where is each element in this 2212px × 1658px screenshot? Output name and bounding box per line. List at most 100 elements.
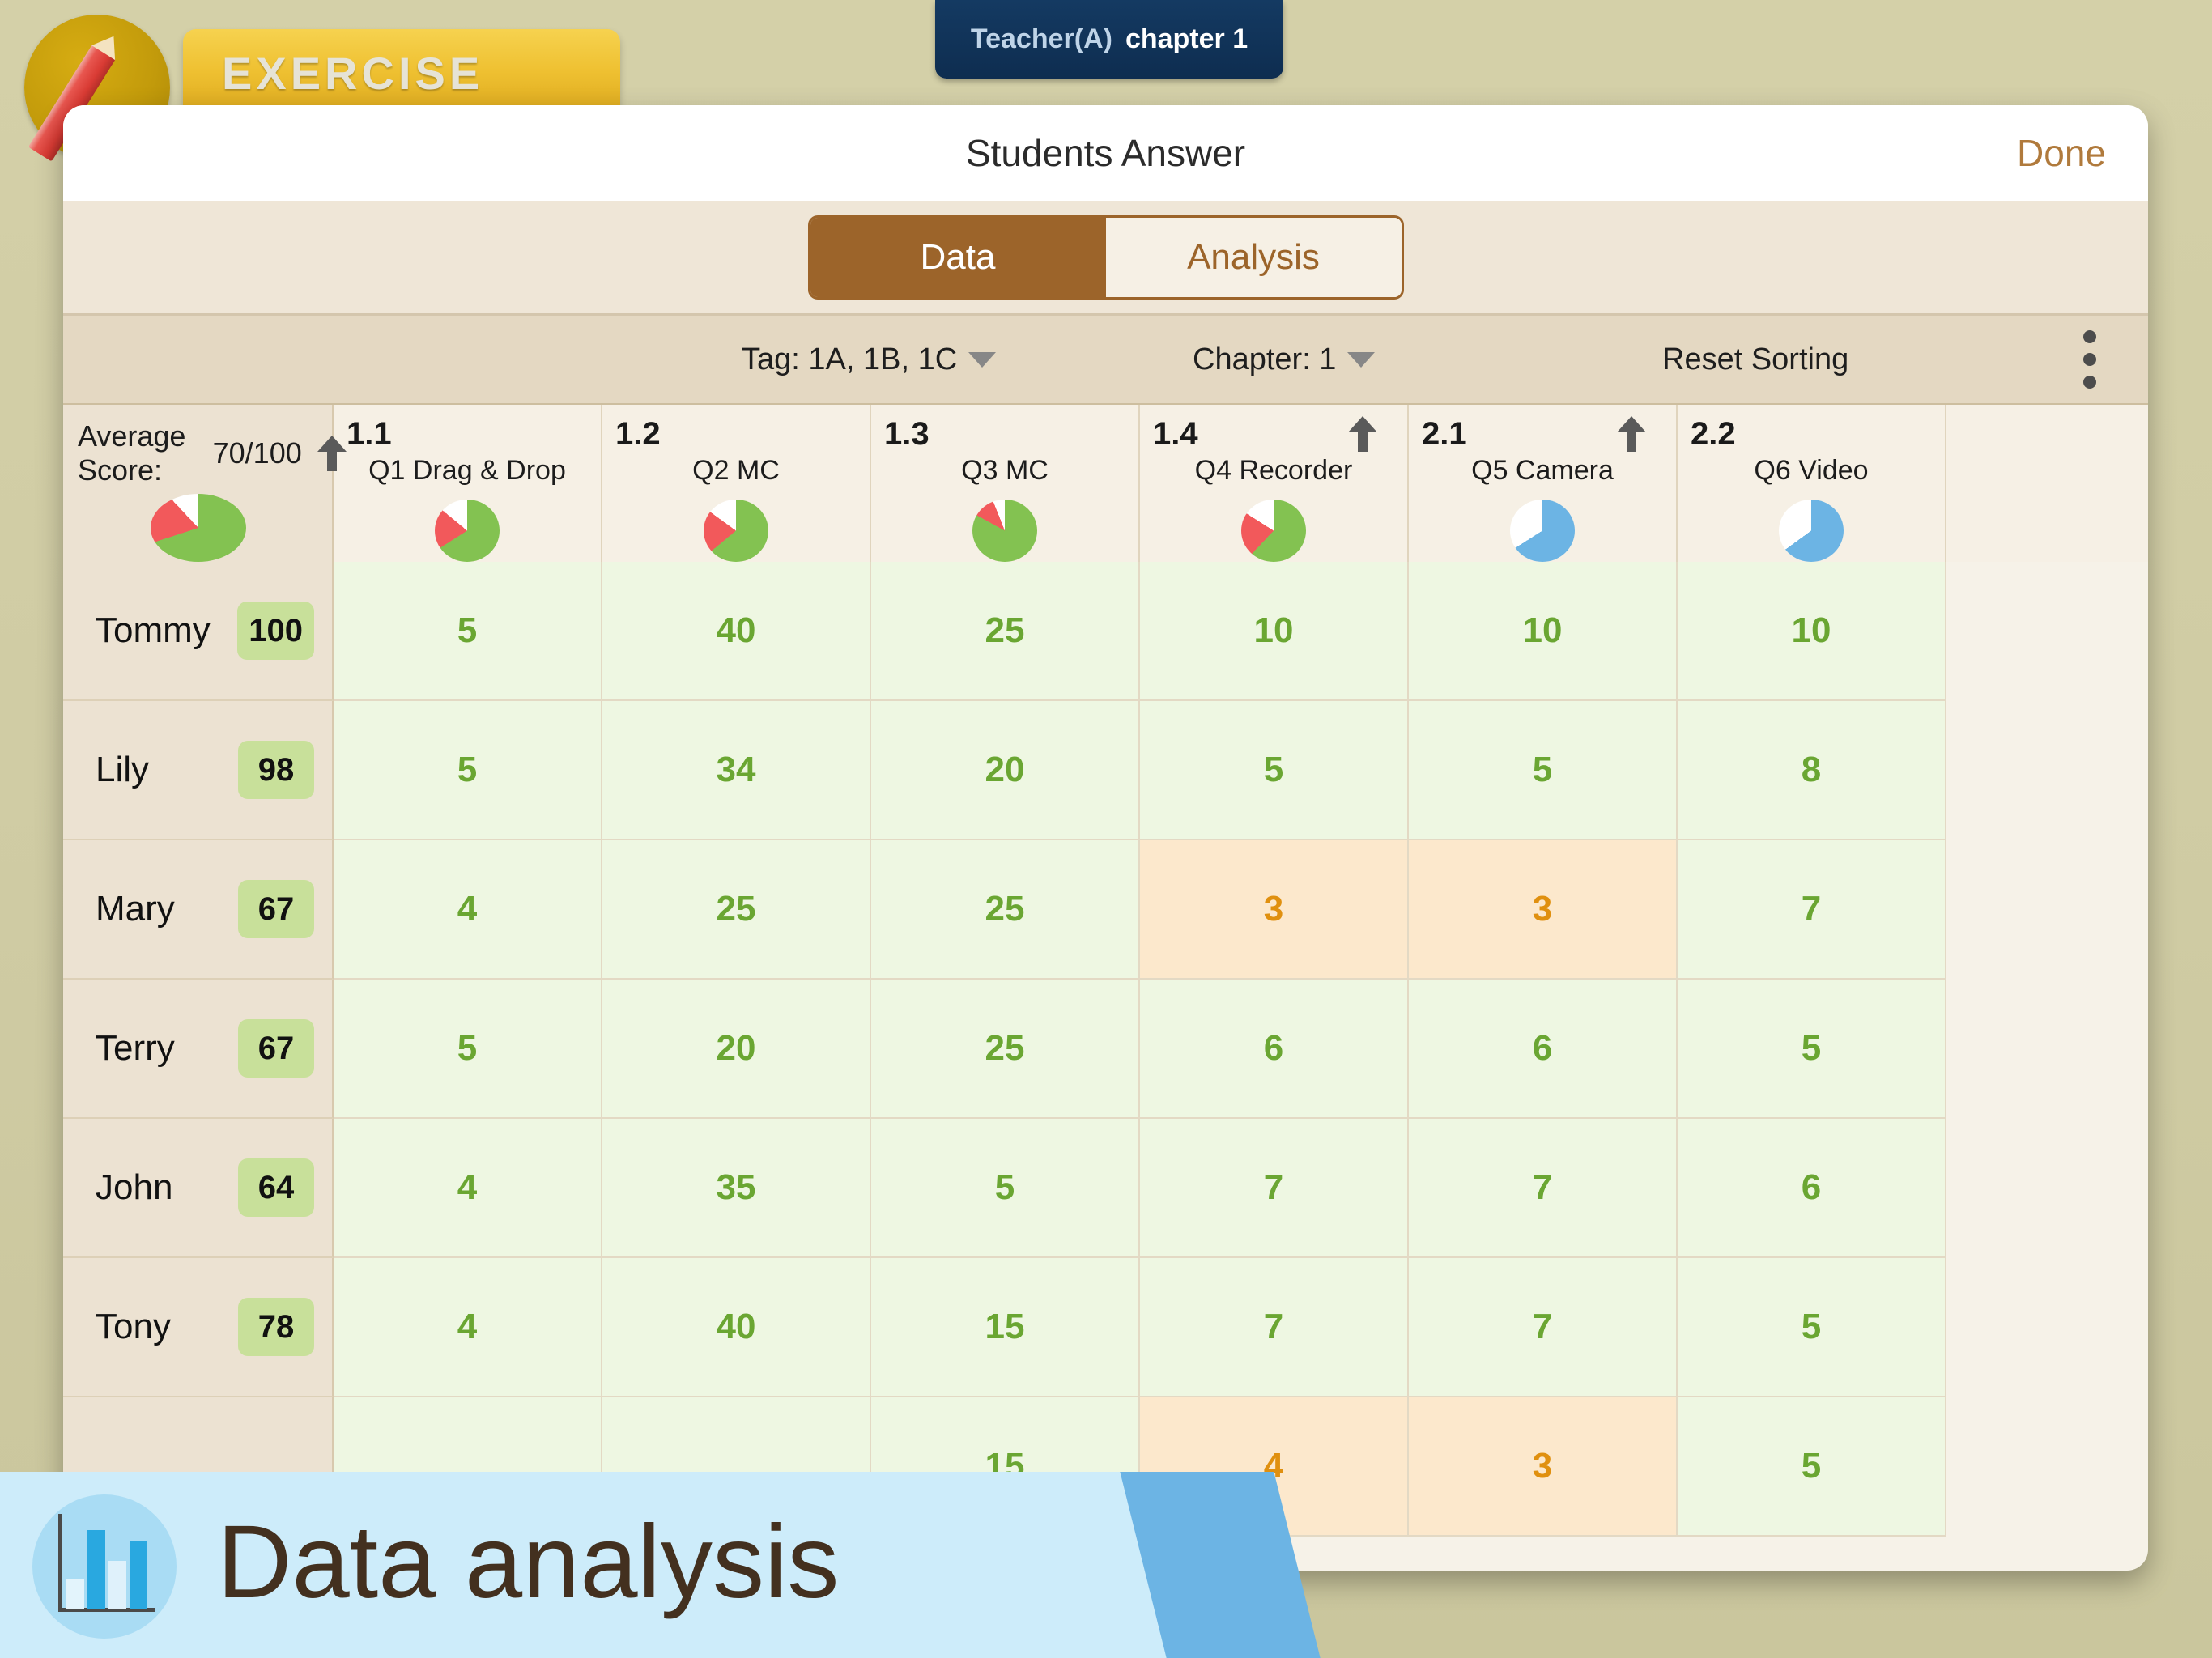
student-score-badge: 64 (238, 1158, 314, 1217)
tab-data[interactable]: Data (810, 217, 1106, 297)
chart-axis-y (58, 1514, 62, 1611)
answer-cell[interactable]: 20 (602, 980, 871, 1119)
tag-filter-label: Tag: 1A, 1B, 1C (742, 342, 958, 376)
student-name-cell[interactable]: Tony 78 (63, 1258, 334, 1397)
answer-cell[interactable]: 10 (1140, 562, 1409, 701)
student-name-cell[interactable]: Terry 67 (63, 980, 334, 1119)
student-name: Lily (96, 750, 150, 789)
question-pie-chart (1779, 500, 1844, 562)
question-pie-chart (704, 500, 768, 562)
table-row[interactable]: Terry 67 5 20 25 6 6 5 (63, 980, 2148, 1119)
answer-cell[interactable]: 7 (1409, 1258, 1678, 1397)
answer-cell[interactable]: 5 (334, 980, 602, 1119)
table-row[interactable]: John 64 4 35 5 7 7 6 (63, 1119, 2148, 1258)
answer-cell[interactable]: 7 (1678, 840, 1946, 980)
question-column-header[interactable]: 2.1 Q5 Camera (1409, 405, 1678, 562)
student-name: Tommy (96, 610, 211, 650)
answer-cell[interactable]: 35 (602, 1119, 871, 1258)
answer-cell[interactable]: 10 (1409, 562, 1678, 701)
more-options-icon[interactable] (2083, 330, 2096, 389)
question-column-header[interactable]: 1.3 Q3 MC (871, 405, 1140, 562)
tab-bar: Data Analysis (63, 201, 2148, 316)
question-label: Q5 Camera (1471, 455, 1614, 486)
teacher-name: Teacher(A) (970, 23, 1112, 54)
table-row[interactable]: Lily 98 5 34 20 5 5 8 (63, 701, 2148, 840)
answer-cell[interactable]: 6 (1409, 980, 1678, 1119)
student-name-cell[interactable]: John 64 (63, 1119, 334, 1258)
table-row[interactable]: Mary 67 4 25 25 3 3 7 (63, 840, 2148, 980)
answer-cell[interactable]: 15 (871, 1258, 1140, 1397)
answer-cell[interactable]: 5 (1678, 1258, 1946, 1397)
done-button[interactable]: Done (2017, 131, 2106, 175)
reset-sorting-button[interactable]: Reset Sorting (1662, 342, 1848, 377)
answer-cell[interactable]: 10 (1678, 562, 1946, 701)
student-name: Tony (96, 1307, 171, 1346)
question-column-header[interactable]: 1.4 Q4 Recorder (1140, 405, 1409, 562)
answer-cell[interactable]: 5 (1140, 701, 1409, 840)
question-label: Q1 Drag & Drop (368, 455, 566, 486)
average-score-pie-chart (151, 494, 246, 562)
answer-cell[interactable]: 7 (1409, 1119, 1678, 1258)
answer-cell[interactable]: 5 (334, 562, 602, 701)
answer-cell[interactable]: 25 (871, 562, 1140, 701)
tab-analysis[interactable]: Analysis (1105, 217, 1402, 297)
sort-arrow-up-icon[interactable] (1347, 416, 1378, 452)
student-name: Mary (96, 889, 175, 929)
answer-cell[interactable]: 7 (1140, 1258, 1409, 1397)
banner-title: Data analysis (217, 1504, 840, 1620)
student-name-cell[interactable]: Lily 98 (63, 701, 334, 840)
answer-cell[interactable]: 6 (1678, 1119, 1946, 1258)
answer-cell[interactable]: 4 (334, 1119, 602, 1258)
question-pie-chart (435, 500, 500, 562)
dot (2083, 330, 2096, 343)
answer-cell[interactable]: 6 (1140, 980, 1409, 1119)
question-label: Q3 MC (961, 455, 1049, 486)
answer-cell[interactable]: 34 (602, 701, 871, 840)
answer-cell[interactable]: 3 (1409, 840, 1678, 980)
answer-cell[interactable]: 7 (1140, 1119, 1409, 1258)
question-number: 1.3 (884, 416, 929, 452)
answer-cell[interactable]: 25 (871, 980, 1140, 1119)
table-body: Tommy 100 5 40 25 10 10 10 Lily 98 5 34 20 5 5 8 Mary 67 4… (63, 562, 2148, 1537)
chevron-down-icon (968, 351, 997, 368)
exercise-label: EXERCISE (222, 48, 484, 99)
answer-cell[interactable]: 4 (334, 1258, 602, 1397)
question-number: 1.4 (1153, 416, 1198, 452)
chevron-down-icon (1347, 351, 1376, 368)
student-score-badge: 98 (238, 741, 314, 799)
answer-cell[interactable]: 5 (1678, 980, 1946, 1119)
answer-cell[interactable]: 5 (334, 701, 602, 840)
answer-cell[interactable]: 8 (1678, 701, 1946, 840)
average-score-header[interactable]: Average Score: 70/100 (63, 405, 347, 562)
teacher-chapter-chip[interactable]: Teacher(A) chapter 1 (935, 0, 1283, 79)
answer-cell[interactable]: 5 (1409, 701, 1678, 840)
student-name-cell[interactable]: Mary 67 (63, 840, 334, 980)
student-name: John (96, 1167, 173, 1207)
answer-cell[interactable]: 40 (602, 1258, 871, 1397)
question-column-header[interactable]: 1.1 Q1 Drag & Drop (334, 405, 602, 562)
answer-cell[interactable]: 4 (334, 840, 602, 980)
answer-cell[interactable]: 3 (1140, 840, 1409, 980)
question-pie-chart (972, 500, 1037, 562)
answer-cell[interactable]: 40 (602, 562, 871, 701)
answer-cell[interactable]: 3 (1409, 1397, 1678, 1537)
chart-bar (108, 1561, 126, 1609)
question-label: Q2 MC (692, 455, 780, 486)
answer-cell[interactable]: 20 (871, 701, 1140, 840)
sort-arrow-up-icon[interactable] (1616, 416, 1647, 452)
filter-toolbar: Tag: 1A, 1B, 1C Chapter: 1 Reset Sorting (63, 316, 2148, 405)
student-name-cell[interactable]: Tommy 100 (63, 562, 334, 701)
answer-cell[interactable]: 5 (1678, 1397, 1946, 1537)
tag-filter[interactable]: Tag: 1A, 1B, 1C (742, 342, 997, 377)
answer-cell[interactable]: 5 (871, 1119, 1140, 1258)
answer-cell[interactable]: 25 (871, 840, 1140, 980)
table-row[interactable]: Tony 78 4 40 15 7 7 5 (63, 1258, 2148, 1397)
students-answer-dialog: Students Answer Done Data Analysis Tag: … (63, 105, 2148, 1571)
sort-arrow-up-icon[interactable] (317, 436, 347, 471)
average-score-value: 70/100 (212, 436, 302, 470)
table-row[interactable]: Tommy 100 5 40 25 10 10 10 (63, 562, 2148, 701)
chapter-filter[interactable]: Chapter: 1 (1193, 342, 1376, 377)
answer-cell[interactable]: 25 (602, 840, 871, 980)
question-column-header[interactable]: 1.2 Q2 MC (602, 405, 871, 562)
question-column-header[interactable]: 2.2 Q6 Video (1678, 405, 1946, 562)
